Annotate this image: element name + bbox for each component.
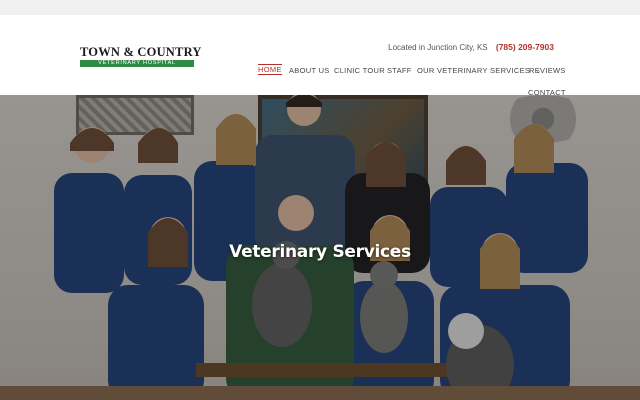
- nav-item-reviews[interactable]: REVIEWS: [529, 65, 566, 77]
- main-nav: HOME ABOUT US CLINIC TOUR STAFF OUR VETE…: [0, 64, 640, 97]
- nav-item-home[interactable]: HOME: [258, 64, 282, 75]
- phone-link[interactable]: (785) 209-7903: [496, 42, 554, 52]
- top-info: Located in Junction City, KS (785) 209-7…: [388, 42, 554, 52]
- site-header: TOWN & COUNTRY VETERINARY HOSPITAL Locat…: [0, 15, 640, 97]
- location-text: Located in Junction City, KS: [388, 43, 488, 52]
- logo-name: TOWN & COUNTRY: [80, 45, 202, 59]
- site-logo[interactable]: TOWN & COUNTRY VETERINARY HOSPITAL: [80, 45, 202, 67]
- nav-item-staff[interactable]: STAFF: [387, 65, 412, 77]
- nav-item-about-us[interactable]: ABOUT US: [289, 65, 330, 77]
- nav-item-veterinary-services[interactable]: OUR VETERINARY SERVICES ⌄: [417, 65, 541, 78]
- nav-item-clinic-tour[interactable]: CLINIC TOUR: [334, 65, 385, 77]
- hero-banner: Veterinary Services: [0, 95, 640, 400]
- hero-title: Veterinary Services: [229, 242, 411, 262]
- nav-item-veterinary-services-label: OUR VETERINARY SERVICES: [417, 66, 531, 75]
- top-strip: [0, 0, 640, 15]
